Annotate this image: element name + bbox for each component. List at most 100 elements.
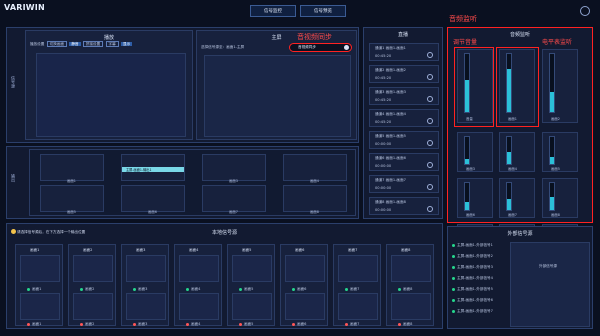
play-icon[interactable] bbox=[427, 74, 433, 80]
source-card[interactable]: 画面7 画面7 画面7 bbox=[333, 244, 381, 326]
tab-signal-preview[interactable]: 信号预览 bbox=[300, 5, 346, 17]
meter-label: 画面6 bbox=[466, 213, 475, 217]
output-grid: 画面1 主屏-画面1-输出1 画面3 画面4 画面5 画面6 画面7 画面8 bbox=[29, 149, 356, 216]
schedule-item-7[interactable]: 通道7 画面1-画面7 00:00:00 bbox=[369, 175, 439, 193]
source-card-status-lower: 画面7 bbox=[345, 322, 359, 327]
audio-sync-toggle[interactable]: 音视频同步 bbox=[289, 43, 352, 52]
source-card-preview-lower bbox=[391, 293, 431, 320]
meter-label: 画面2 bbox=[551, 117, 560, 121]
power-button[interactable] bbox=[580, 6, 590, 16]
audio-meter[interactable]: 画面6 bbox=[457, 178, 493, 218]
source-card-preview-lower bbox=[338, 293, 378, 320]
source-card-status: 画面5 bbox=[239, 287, 253, 292]
play-icon[interactable] bbox=[427, 184, 433, 190]
source-card-status-lower: 画面6 bbox=[292, 322, 306, 327]
source-card-status-lower: 画面8 bbox=[398, 322, 412, 327]
external-item[interactable]: 主屏-画面1-外部信号4 bbox=[452, 276, 507, 281]
source-card-status: 画面6 bbox=[292, 287, 306, 292]
source-card-status: 画面1 bbox=[27, 287, 41, 292]
audio-meter[interactable]: 画面1 bbox=[499, 49, 535, 123]
schedule-item-8[interactable]: 通道8 画面1-画面8 00:00:00 bbox=[369, 197, 439, 215]
source-card-preview bbox=[73, 255, 113, 282]
meter-label: 画面8 bbox=[551, 213, 560, 217]
source-card-status-lower: 画面3 bbox=[133, 322, 147, 327]
meter-track bbox=[506, 136, 512, 165]
slot-6[interactable]: 画面6 bbox=[121, 185, 185, 214]
audio-meter[interactable]: 画面2 bbox=[542, 49, 578, 123]
play-icon[interactable] bbox=[427, 140, 433, 146]
toggle-knob bbox=[344, 45, 349, 50]
external-item[interactable]: 主屏-画面1-外部信号2 bbox=[452, 254, 507, 259]
external-item[interactable]: 主屏-画面1-外部信号5 bbox=[452, 287, 507, 292]
meter-track bbox=[549, 136, 555, 165]
audio-meter[interactable]: 画面7 bbox=[499, 178, 535, 218]
control-stitch[interactable]: 拼接设置 bbox=[82, 41, 104, 47]
source-card-status-lower: 画面2 bbox=[80, 322, 94, 327]
control-subtitle[interactable]: 字幕 bbox=[105, 41, 119, 47]
meter-label: 画面4 bbox=[508, 167, 517, 171]
source-panel: 信号源 播放 播放设置 切换画面 静音 拼接设置 字幕 显示 主屏 选择信号源至… bbox=[6, 27, 359, 143]
slot-1[interactable]: 画面1 bbox=[40, 154, 104, 183]
source-card-header: 画面4 bbox=[189, 248, 199, 252]
source-card[interactable]: 画面4 画面4 画面4 bbox=[174, 244, 222, 326]
output-panel: 输出 画面1 主屏-画面1-输出1 画面3 画面4 画面5 画面6 画面7 画面… bbox=[6, 146, 359, 219]
slot-3[interactable]: 画面3 bbox=[202, 154, 266, 183]
play-icon[interactable] bbox=[427, 96, 433, 102]
audio-meter[interactable]: 画面5 bbox=[542, 132, 578, 172]
source-card-status-lower: 画面5 bbox=[239, 322, 253, 327]
source-card-status-lower: 画面1 bbox=[27, 322, 41, 327]
source-card-preview bbox=[338, 255, 378, 282]
meter-fill bbox=[465, 80, 469, 112]
source-bar-title: 本地信号源 bbox=[211, 230, 237, 236]
source-card-header: 画面3 bbox=[136, 248, 146, 252]
preview-header: 播放 bbox=[103, 35, 114, 41]
schedule-item-1[interactable]: 通道1 画面1-画面1 00:45:20 bbox=[369, 43, 439, 61]
audio-meter[interactable]: 画面8 bbox=[542, 178, 578, 218]
meter-label: 画面5 bbox=[551, 167, 560, 171]
slot-4[interactable]: 画面4 bbox=[283, 154, 347, 183]
source-card-status-lower: 画面4 bbox=[186, 322, 200, 327]
external-item[interactable]: 主屏-画面1-外部信号3 bbox=[452, 265, 507, 270]
source-card[interactable]: 画面1 画面1 画面1 bbox=[15, 244, 63, 326]
control-play[interactable]: 播放设置 bbox=[30, 42, 44, 46]
slot-2[interactable]: 主屏-画面1-输出1 bbox=[121, 154, 185, 181]
external-preview-label: 外部信号源 bbox=[539, 264, 557, 268]
meter-label: 画面7 bbox=[508, 213, 517, 217]
output-screen bbox=[204, 55, 351, 137]
control-switch[interactable]: 切换画面 bbox=[46, 41, 68, 47]
source-card-status: 画面2 bbox=[80, 287, 94, 292]
source-card-preview bbox=[20, 255, 60, 282]
tab-signal-monitor[interactable]: 信号监控 bbox=[250, 5, 296, 17]
external-item[interactable]: 主屏-画面1-外部信号6 bbox=[452, 298, 507, 303]
play-icon[interactable] bbox=[427, 206, 433, 212]
source-card[interactable]: 画面3 画面3 画面3 bbox=[121, 244, 169, 326]
meter-fill bbox=[465, 201, 469, 210]
schedule-item-4[interactable]: 通道4 画面1-画面4 00:45:20 bbox=[369, 109, 439, 127]
play-icon[interactable] bbox=[427, 52, 433, 58]
control-display[interactable]: 显示 bbox=[120, 42, 133, 46]
external-item[interactable]: 主屏-画面1-外部信号7 bbox=[452, 309, 507, 314]
slot-8[interactable]: 画面8 bbox=[283, 185, 347, 214]
source-card[interactable]: 画面8 画面8 画面8 bbox=[386, 244, 434, 326]
source-card[interactable]: 画面6 画面6 画面6 bbox=[280, 244, 328, 326]
external-item[interactable]: 主屏-画面1-外部信号1 bbox=[452, 243, 507, 248]
meter-label: 音量 bbox=[466, 117, 473, 121]
meter-fill bbox=[550, 157, 554, 164]
play-icon[interactable] bbox=[427, 118, 433, 124]
source-card-preview-lower bbox=[232, 293, 272, 320]
schedule-item-5[interactable]: 通道5 画面1-画面5 00:00:00 bbox=[369, 131, 439, 149]
source-card-header: 画面7 bbox=[348, 248, 358, 252]
slot-5[interactable]: 画面5 bbox=[40, 185, 104, 214]
play-icon[interactable] bbox=[427, 162, 433, 168]
audio-meter[interactable]: 画面3 bbox=[457, 132, 493, 172]
slot-7[interactable]: 画面7 bbox=[202, 185, 266, 214]
audio-meter[interactable]: 音量 bbox=[457, 49, 493, 123]
audio-meter[interactable]: 画面4 bbox=[499, 132, 535, 172]
schedule-item-6[interactable]: 通道6 画面1-画面6 00:00:00 bbox=[369, 153, 439, 171]
source-card[interactable]: 画面2 画面2 画面2 bbox=[68, 244, 116, 326]
source-card[interactable]: 画面5 画面5 画面5 bbox=[227, 244, 275, 326]
source-card-status: 画面3 bbox=[133, 287, 147, 292]
schedule-item-2[interactable]: 通道2 画面1-画面2 00:45:20 bbox=[369, 65, 439, 83]
control-mute[interactable]: 静音 bbox=[69, 42, 81, 46]
schedule-item-3[interactable]: 通道3 画面1-画面3 00:45:20 bbox=[369, 87, 439, 105]
